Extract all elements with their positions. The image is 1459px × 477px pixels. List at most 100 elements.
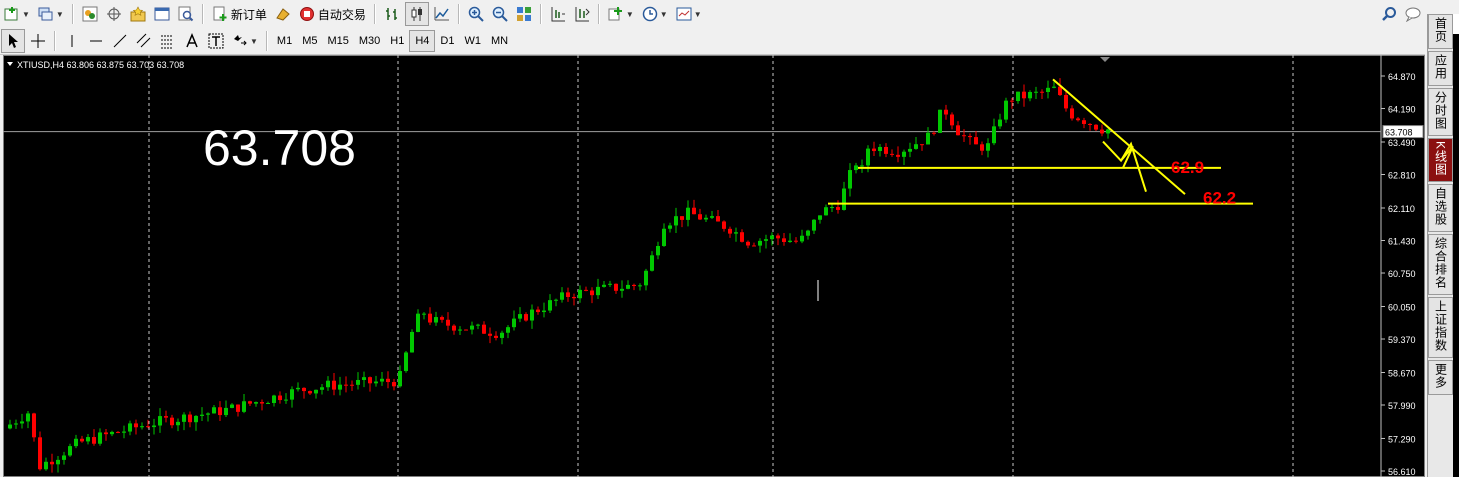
candle-body bbox=[452, 325, 456, 331]
candle-body bbox=[800, 235, 804, 242]
chevron-down-icon: ▼ bbox=[659, 9, 668, 19]
timeframe-h1-button[interactable]: H1 bbox=[385, 31, 409, 51]
candle-body bbox=[818, 215, 822, 220]
price-tick-label: 61.430 bbox=[1388, 237, 1416, 247]
equidistant-channel-tool-button[interactable] bbox=[133, 30, 155, 52]
sidebar-item-6[interactable]: 上证指数 bbox=[1428, 297, 1453, 359]
timeframe-m5-button[interactable]: M5 bbox=[297, 31, 322, 51]
crosshair-nav-button[interactable] bbox=[103, 3, 125, 25]
candle-body bbox=[116, 431, 120, 433]
candle-body bbox=[1106, 129, 1110, 134]
sidebar-item-3[interactable]: K线图 bbox=[1428, 138, 1453, 183]
candle-body bbox=[92, 437, 96, 444]
strategy-tester-button[interactable] bbox=[175, 3, 197, 25]
candle-body bbox=[26, 413, 30, 422]
candle-body bbox=[1100, 129, 1104, 134]
favorites-button[interactable] bbox=[127, 3, 149, 25]
timeframe-h4-button[interactable]: H4 bbox=[409, 30, 436, 52]
text-label-tool-button[interactable] bbox=[205, 30, 227, 52]
terminal-button[interactable] bbox=[151, 3, 173, 25]
auto-scroll-button[interactable] bbox=[571, 3, 593, 25]
candle-body bbox=[290, 389, 294, 400]
line-chart-button[interactable] bbox=[431, 3, 453, 25]
candle-body bbox=[926, 132, 930, 145]
timeframe-mn-button[interactable]: MN bbox=[486, 31, 513, 51]
new-order-button[interactable]: 新订单 bbox=[209, 3, 270, 25]
chart-shift-button[interactable] bbox=[547, 3, 569, 25]
candle-body bbox=[176, 421, 180, 426]
bar-chart-icon bbox=[385, 8, 397, 20]
new-order-icon bbox=[213, 6, 227, 21]
template-icon bbox=[676, 7, 692, 21]
templates-button[interactable]: ▼ bbox=[673, 3, 705, 25]
cursor-tool-button[interactable] bbox=[1, 29, 25, 53]
candle-body bbox=[434, 317, 438, 323]
timeframe-d1-button[interactable]: D1 bbox=[435, 31, 459, 51]
search-button[interactable] bbox=[1378, 3, 1400, 25]
candle-body bbox=[110, 431, 114, 435]
trendline-tool-button[interactable] bbox=[109, 30, 131, 52]
profiles-button[interactable]: ▼ bbox=[35, 3, 67, 25]
timeframe-m30-button[interactable]: M30 bbox=[354, 31, 385, 51]
tile-windows-icon bbox=[516, 7, 531, 21]
candle-body bbox=[62, 455, 66, 460]
sidebar-item-label: 上证指数 bbox=[1433, 300, 1448, 353]
chat-button[interactable] bbox=[1402, 3, 1424, 25]
candle-body bbox=[794, 240, 798, 242]
sidebar-item-1[interactable]: 应用 bbox=[1428, 51, 1453, 86]
candle-body bbox=[914, 144, 918, 149]
periods-button[interactable]: ▼ bbox=[639, 3, 671, 25]
chart-info-label: XTIUSD,H4 63.806 63.875 63.703 63.708 bbox=[17, 60, 184, 70]
metaeditor-button[interactable] bbox=[272, 3, 294, 25]
timeframe-m1-button[interactable]: M1 bbox=[272, 31, 297, 51]
text-tool-button[interactable] bbox=[181, 30, 203, 52]
candle-body bbox=[338, 384, 342, 390]
market-watch-button[interactable] bbox=[79, 3, 101, 25]
candle-body bbox=[938, 109, 942, 133]
fibonacci-tool-button[interactable] bbox=[157, 30, 179, 52]
arrows-tool-button[interactable]: ▼ bbox=[229, 30, 261, 52]
candle-body bbox=[812, 219, 816, 231]
indicators-button[interactable]: ▼ bbox=[605, 3, 637, 25]
candle-body bbox=[500, 332, 504, 338]
crosshair-tool-button[interactable] bbox=[27, 30, 49, 52]
new-order-label: 新订单 bbox=[230, 7, 267, 22]
vertical-line-tool-button[interactable] bbox=[61, 30, 83, 52]
toolbar-separator bbox=[457, 4, 460, 24]
timeframe-m15-button[interactable]: M15 bbox=[322, 31, 353, 51]
candle-body bbox=[8, 424, 12, 429]
tile-windows-button[interactable] bbox=[513, 3, 535, 25]
candle-body bbox=[140, 426, 144, 428]
chart-shift-icon bbox=[551, 7, 565, 22]
price-chart[interactable]: 64.870 64.190 63.490 62.810 62.110 61.430 60.7… bbox=[3, 55, 1425, 477]
zoom-in-button[interactable] bbox=[465, 3, 487, 25]
candle-body bbox=[1052, 86, 1056, 88]
sidebar-item-5[interactable]: 综合排名 bbox=[1428, 234, 1453, 296]
chart-shift-marker-icon bbox=[1100, 57, 1110, 62]
candle-body bbox=[584, 289, 588, 291]
candle-body bbox=[326, 380, 330, 388]
candle-body bbox=[368, 377, 372, 384]
candle-body bbox=[458, 329, 462, 331]
candle-body bbox=[74, 438, 78, 447]
candle-body bbox=[566, 292, 570, 297]
candle-body bbox=[1082, 120, 1086, 124]
timeframe-w1-button[interactable]: W1 bbox=[459, 31, 486, 51]
sidebar-item-2[interactable]: 分时图 bbox=[1428, 88, 1453, 136]
chevron-down-icon: ▼ bbox=[625, 9, 634, 19]
auto-trade-button[interactable]: 自动交易 bbox=[296, 3, 369, 25]
sidebar-item-7[interactable]: 更多 bbox=[1428, 360, 1453, 396]
candle-body bbox=[890, 153, 894, 155]
sidebar-item-label: 综合排名 bbox=[1433, 237, 1448, 290]
candle-body bbox=[488, 333, 492, 336]
candle-body bbox=[662, 228, 666, 247]
sidebar-item-0[interactable]: 首页 bbox=[1428, 14, 1453, 49]
toolbar-separator bbox=[201, 4, 204, 24]
horizontal-line-tool-button[interactable] bbox=[85, 30, 107, 52]
candlestick-chart-button[interactable] bbox=[404, 2, 429, 26]
zoom-out-button[interactable] bbox=[489, 3, 511, 25]
candle-body bbox=[752, 245, 756, 247]
sidebar-item-4[interactable]: 自选股 bbox=[1428, 184, 1453, 233]
new-chart-button[interactable]: ▼ bbox=[1, 3, 33, 25]
bar-chart-button[interactable] bbox=[381, 3, 403, 25]
